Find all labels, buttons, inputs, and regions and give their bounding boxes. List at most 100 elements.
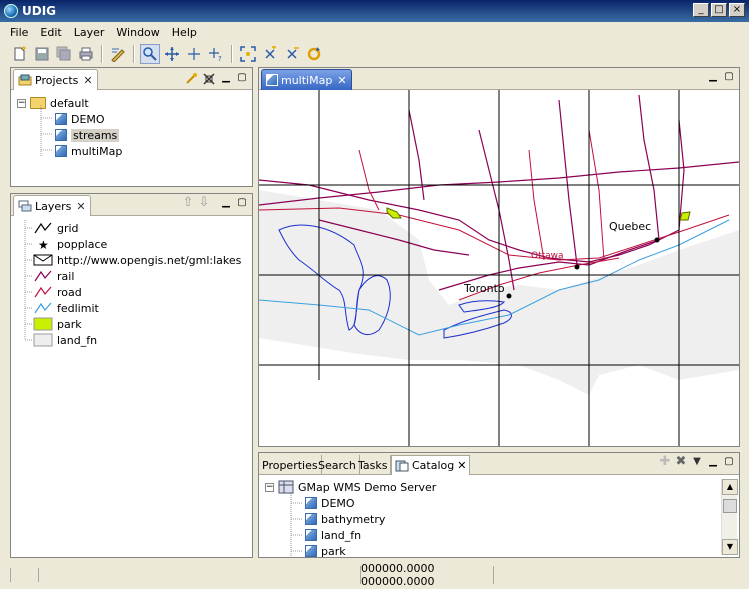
city-label-quebec: Quebec [609,220,651,233]
link-icon[interactable] [184,72,198,86]
collapse-icon[interactable]: − [265,482,274,492]
map-canvas[interactable]: Quebec Ottawa Toronto [259,90,739,446]
zoom-extent-icon[interactable] [238,44,258,64]
layers-tab[interactable]: Layers ✕ [13,195,91,216]
tab-catalog[interactable]: Catalog ✕ [391,455,471,475]
projects-panel-header: Projects ✕ ▁ ▢ [11,68,252,90]
refresh-icon[interactable] [304,44,324,64]
layer-label: road [57,285,82,299]
park-polygon [386,207,402,219]
window-title: UDIG [22,4,57,18]
menu-window[interactable]: Window [110,24,165,41]
menu-edit[interactable]: Edit [34,24,67,41]
maximize-view-icon[interactable]: ▢ [723,72,735,84]
catalog-item[interactable]: land_fn [305,527,361,543]
tree-node-server[interactable]: − GMap WMS Demo Server [265,479,436,495]
select-icon[interactable]: ? [206,44,226,64]
status-divider [10,568,11,582]
close-window-button[interactable]: × [729,3,745,17]
catalog-item[interactable]: park [305,543,346,557]
layer-resource-icon [305,513,317,525]
layer-item[interactable]: http://www.opengis.net/gml:lakes [33,252,241,268]
map-icon [266,74,278,86]
menu-layer[interactable]: Layer [68,24,111,41]
layer-resource-icon [305,497,317,509]
minimize-button[interactable]: _ [693,3,709,17]
zoom-out-icon[interactable] [282,44,302,64]
minimize-view-icon[interactable]: ▁ [707,457,719,469]
scroll-up-button[interactable]: ▲ [722,479,738,495]
layer-symbol-icon [34,286,52,298]
projects-icon [18,74,32,86]
projects-tab[interactable]: Projects ✕ [13,69,98,90]
tab-tasks[interactable]: Tasks [355,455,392,475]
pan-icon[interactable] [162,44,182,64]
zoom-in-icon[interactable] [260,44,280,64]
save-all-icon[interactable] [54,44,74,64]
print-icon[interactable] [76,44,96,64]
tab-search[interactable]: Search [315,455,360,475]
toolbar-separator [231,45,233,63]
layer-label: http://www.opengis.net/gml:lakes [57,253,242,267]
catalog-scrollbar[interactable]: ▲ ▼ [721,479,738,555]
layer-label: park [57,317,82,331]
info-icon[interactable] [184,44,204,64]
menu-file[interactable]: File [4,24,34,41]
zoom-icon[interactable] [140,44,160,64]
wms-server-icon [278,480,294,494]
layers-icon [18,200,32,212]
close-icon[interactable]: ✕ [76,200,85,213]
layers-list: grid ★ popplace http://www.opengis.net/gml:… [11,216,252,557]
layers-panel-controls: ⇧ ⇩ ▁ ▢ [182,196,248,210]
projects-panel-controls: ▁ ▢ [184,72,248,86]
scroll-down-button[interactable]: ▼ [722,539,738,555]
remove-icon[interactable]: ✖ [675,455,687,469]
catalog-item-label: bathymetry [321,512,386,526]
map-svg[interactable]: Quebec Ottawa Toronto [259,90,739,446]
save-icon[interactable] [32,44,52,64]
layer-item[interactable]: road [33,284,82,300]
move-up-icon[interactable]: ⇧ [182,196,194,210]
layer-item[interactable]: rail [33,268,74,284]
catalog-tree: − GMap WMS Demo Server DEMO bathymetry l… [259,475,739,557]
collapse-all-icon[interactable] [202,72,216,86]
tab-properties[interactable]: Properties [259,455,322,475]
new-icon[interactable] [10,44,30,64]
close-icon[interactable]: ✕ [83,74,92,87]
multimap-tab[interactable]: multiMap ✕ [261,69,352,90]
maximize-view-icon[interactable]: ▢ [236,73,248,85]
scroll-thumb[interactable] [723,499,737,513]
maximize-view-icon[interactable]: ▢ [723,457,735,469]
layer-symbol-icon [34,270,52,282]
layer-item[interactable]: ★ popplace [33,236,107,252]
add-icon[interactable]: ✚ [659,455,671,469]
close-icon[interactable]: ✕ [337,74,346,87]
minimize-view-icon[interactable]: ▁ [707,72,719,84]
menu-help[interactable]: Help [166,24,203,41]
catalog-item[interactable]: bathymetry [305,511,385,527]
minimize-view-icon[interactable]: ▁ [220,198,232,210]
maximize-button[interactable]: □ [711,3,727,17]
close-icon[interactable]: ✕ [457,459,466,472]
layer-symbol-icon [34,302,52,314]
catalog-panel: Properties Search Tasks Catalog ✕ ✚ ✖ ▼ … [258,452,740,558]
view-menu-icon[interactable]: ▼ [691,457,703,469]
projects-panel: Projects ✕ ▁ ▢ − default DEMO streams mu… [10,67,253,187]
udig-app-icon [4,4,18,18]
toolbar-separator [133,45,135,63]
layer-item[interactable]: fedlimit [33,300,99,316]
projects-tree: − default DEMO streams multiMap [11,90,252,186]
layer-item[interactable]: park [33,316,82,332]
server-label: GMap WMS Demo Server [298,480,437,494]
catalog-item[interactable]: DEMO [305,495,355,511]
move-down-icon[interactable]: ⇩ [198,196,210,210]
maximize-view-icon[interactable]: ▢ [236,198,248,210]
layer-label: rail [57,269,75,283]
projects-tab-label: Projects [35,73,79,87]
svg-text:★: ★ [38,238,49,251]
layer-item[interactable]: grid [33,220,79,236]
minimize-view-icon[interactable]: ▁ [220,73,232,85]
map-tab-label: multiMap [281,73,333,87]
edit-tool-icon[interactable] [108,44,128,64]
layer-item[interactable]: land_fn [33,332,97,348]
